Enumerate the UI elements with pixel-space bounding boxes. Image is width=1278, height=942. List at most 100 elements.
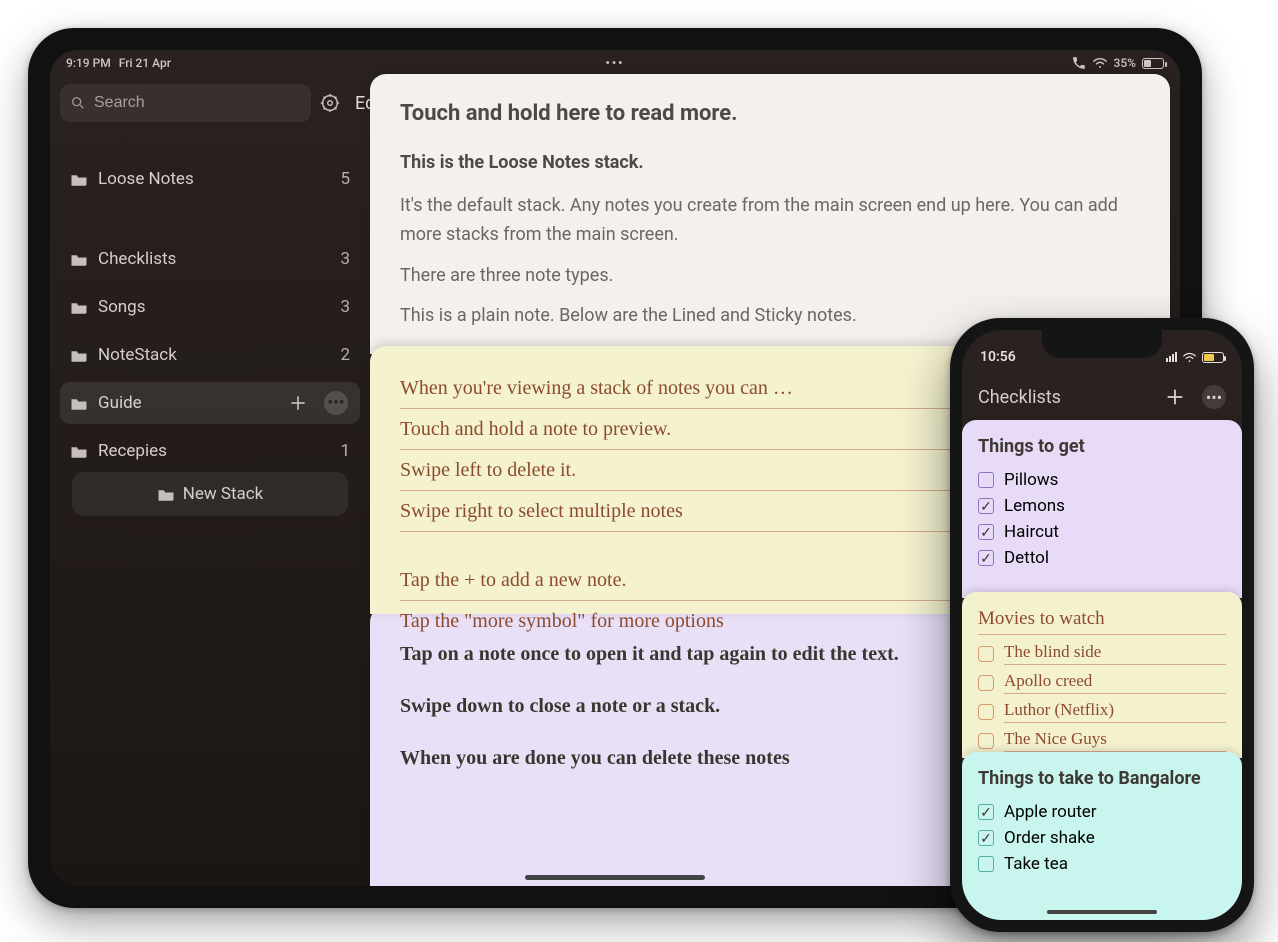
battery-icon xyxy=(1202,352,1224,363)
folder-icon xyxy=(70,444,88,458)
checklist-card-things-to-get[interactable]: Things to get Pillows Lemons Haircut Det… xyxy=(962,420,1242,598)
item-label: Apple router xyxy=(1004,802,1097,822)
stack-name: Loose Notes xyxy=(98,169,330,189)
phone-icon xyxy=(1072,56,1086,70)
item-label: Order shake xyxy=(1004,828,1095,848)
gear-icon xyxy=(319,92,341,114)
card-title: Things to get xyxy=(978,436,1226,457)
new-stack-label: New Stack xyxy=(183,484,264,504)
checkbox[interactable] xyxy=(978,550,994,566)
note-subtitle: This is the Loose Notes stack. xyxy=(400,149,1140,178)
stack-count: 1 xyxy=(340,441,350,461)
checkbox[interactable] xyxy=(978,646,994,662)
checkbox[interactable] xyxy=(978,830,994,846)
checkbox[interactable] xyxy=(978,704,994,720)
item-label: Pillows xyxy=(1004,470,1058,490)
checklist-item[interactable]: Apple router xyxy=(978,799,1226,825)
sidebar-item-loose-notes[interactable]: Loose Notes 5 xyxy=(60,158,360,200)
checklist-card-bangalore[interactable]: Things to take to Bangalore Apple router… xyxy=(962,752,1242,920)
stack-name: Guide xyxy=(98,393,274,413)
folder-icon xyxy=(70,172,88,186)
home-indicator[interactable] xyxy=(525,875,705,880)
multitask-dots-icon[interactable]: ••• xyxy=(606,56,625,70)
notch xyxy=(1042,330,1162,358)
search-field[interactable] xyxy=(94,94,301,112)
item-label: Dettol xyxy=(1004,548,1049,568)
status-time: 10:56 xyxy=(980,349,1016,365)
more-icon: ••• xyxy=(324,391,348,415)
checklist-item[interactable]: Dettol xyxy=(978,545,1226,571)
wifi-icon xyxy=(1092,57,1108,69)
battery-percent: 35% xyxy=(1114,56,1136,70)
item-label: Lemons xyxy=(1004,496,1065,516)
sidebar-item-songs[interactable]: Songs 3 xyxy=(60,286,360,328)
checklist-item[interactable]: Apollo creed xyxy=(978,668,1226,697)
checkbox[interactable] xyxy=(978,498,994,514)
checklist-card-movies[interactable]: Movies to watch The blind side Apollo cr… xyxy=(962,592,1242,758)
stack-count: 3 xyxy=(340,297,350,317)
checkbox[interactable] xyxy=(978,804,994,820)
folder-icon xyxy=(70,300,88,314)
stack-name: Recepies xyxy=(98,441,330,461)
card-title: Things to take to Bangalore xyxy=(978,768,1226,789)
sidebar-item-recepies[interactable]: Recepies 1 xyxy=(60,430,360,472)
sidebar-item-guide[interactable]: Guide ••• xyxy=(60,382,360,424)
sidebar-stack-list: Loose Notes 5 Checklists 3 Songs 3 xyxy=(60,158,360,472)
item-label: Take tea xyxy=(1004,854,1068,874)
item-label: Apollo creed xyxy=(1004,671,1226,694)
checklist-item[interactable]: The Nice Guys xyxy=(978,726,1226,755)
settings-button[interactable] xyxy=(319,88,341,118)
item-label: Luthor (Netflix) xyxy=(1004,700,1226,723)
checkbox[interactable] xyxy=(978,524,994,540)
search-input[interactable] xyxy=(60,84,311,122)
checkbox[interactable] xyxy=(978,472,994,488)
stack-count: 2 xyxy=(340,345,350,365)
home-indicator[interactable] xyxy=(1047,910,1157,914)
sidebar-item-notestack[interactable]: NoteStack 2 xyxy=(60,334,360,376)
sidebar: Edit Loose Notes 5 Checklists 3 xyxy=(50,74,370,886)
checkbox[interactable] xyxy=(978,675,994,691)
note-plain[interactable]: Touch and hold here to read more. This i… xyxy=(370,74,1170,354)
search-icon xyxy=(70,95,86,111)
folder-icon xyxy=(70,396,88,410)
checklist-item[interactable]: The blind side xyxy=(978,639,1226,668)
item-label: Haircut xyxy=(1004,522,1059,542)
iphone-device: 10:56 Checklists ••• Thing xyxy=(950,318,1254,932)
note-paragraph: There are three note types. xyxy=(400,262,1140,291)
iphone-notes: Things to get Pillows Lemons Haircut Det… xyxy=(962,420,1242,920)
stack-name: Songs xyxy=(98,297,330,317)
checklist-item[interactable]: Lemons xyxy=(978,493,1226,519)
checklist-item[interactable]: Luthor (Netflix) xyxy=(978,697,1226,726)
signal-icon xyxy=(1166,352,1177,362)
checklist-item[interactable]: Haircut xyxy=(978,519,1226,545)
add-button[interactable] xyxy=(1164,386,1186,408)
folder-icon xyxy=(157,487,175,501)
stack-count: 5 xyxy=(340,169,350,189)
status-time: 9:19 PM xyxy=(66,56,111,70)
note-title: Touch and hold here to read more. xyxy=(400,96,1140,131)
checkbox[interactable] xyxy=(978,733,994,749)
plus-icon xyxy=(288,393,308,413)
ipad-status-bar: 9:19 PM Fri 21 Apr ••• 35% xyxy=(50,50,1180,74)
wifi-icon xyxy=(1182,352,1197,363)
stack-count: 3 xyxy=(340,249,350,269)
card-title: Movies to watch xyxy=(978,608,1226,635)
more-icon: ••• xyxy=(1202,385,1226,409)
checklist-item[interactable]: Pillows xyxy=(978,467,1226,493)
iphone-header: Checklists ••• xyxy=(962,374,1242,420)
new-stack-button[interactable]: New Stack xyxy=(72,472,348,516)
add-note-button[interactable] xyxy=(284,389,312,417)
checkbox[interactable] xyxy=(978,856,994,872)
header-title: Checklists xyxy=(978,387,1061,408)
folder-icon xyxy=(70,348,88,362)
sidebar-item-checklists[interactable]: Checklists 3 xyxy=(60,238,360,280)
iphone-screen: 10:56 Checklists ••• Thing xyxy=(962,330,1242,920)
checklist-item[interactable]: Order shake xyxy=(978,825,1226,851)
more-button[interactable]: ••• xyxy=(322,389,350,417)
item-label: The blind side xyxy=(1004,642,1226,665)
battery-icon xyxy=(1142,58,1164,69)
folder-icon xyxy=(70,252,88,266)
checklist-item[interactable]: Take tea xyxy=(978,851,1226,877)
note-paragraph: It's the default stack. Any notes you cr… xyxy=(400,192,1140,250)
more-button[interactable]: ••• xyxy=(1202,385,1226,409)
